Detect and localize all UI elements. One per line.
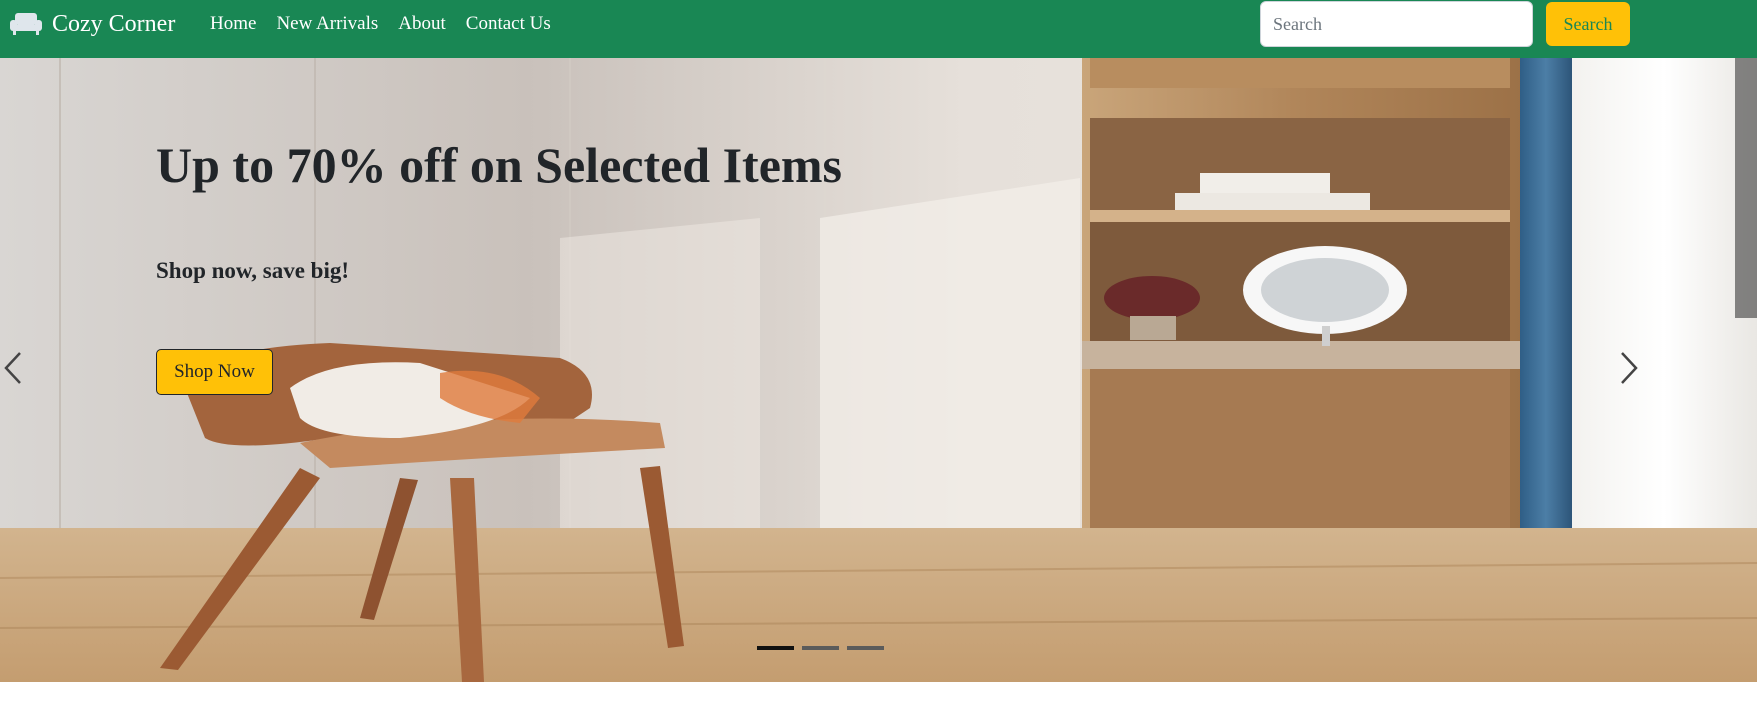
search-input[interactable] <box>1260 1 1533 47</box>
search-button[interactable]: Search <box>1546 2 1630 46</box>
carousel-indicator-2[interactable] <box>802 646 839 650</box>
brand-link[interactable]: Cozy Corner <box>9 8 175 40</box>
navbar: Cozy Corner Home New Arrivals About Cont… <box>0 0 1757 58</box>
chevron-left-icon <box>4 352 21 384</box>
chevron-right-icon <box>1621 352 1638 384</box>
carousel-indicator-1[interactable] <box>757 646 794 650</box>
nav-link-new-arrivals[interactable]: New Arrivals <box>276 13 378 35</box>
carousel-indicators <box>757 646 892 650</box>
carousel-prev-button[interactable] <box>0 348 30 388</box>
hero-subtitle: Shop now, save big! <box>156 258 350 283</box>
carousel-indicator-3[interactable] <box>847 646 884 650</box>
sofa-icon <box>10 13 42 35</box>
carousel-next-button[interactable] <box>1612 348 1642 388</box>
brand-label: Cozy Corner <box>52 10 176 37</box>
nav-link-about[interactable]: About <box>398 13 446 35</box>
hero-carousel: Up to 70% off on Selected Items Shop now… <box>0 58 1757 682</box>
nav-links: Home New Arrivals About Contact Us <box>210 12 571 36</box>
shop-now-button[interactable]: Shop Now <box>156 349 273 395</box>
nav-link-contact-us[interactable]: Contact Us <box>466 13 551 35</box>
hero-title: Up to 70% off on Selected Items <box>156 137 843 193</box>
nav-link-home[interactable]: Home <box>210 13 256 35</box>
